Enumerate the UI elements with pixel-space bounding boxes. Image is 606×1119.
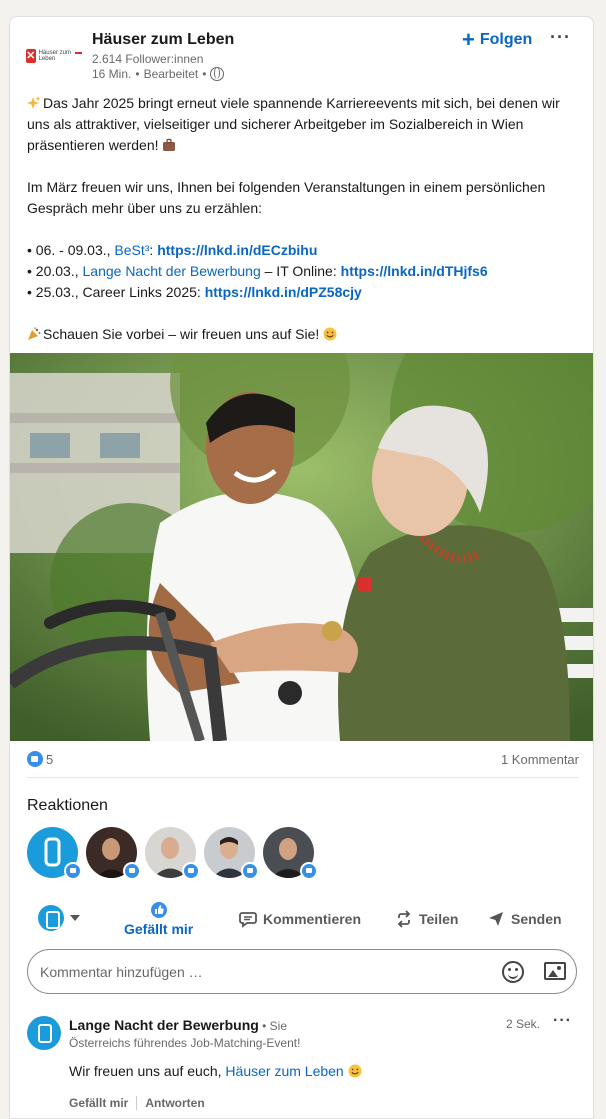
avatar[interactable]	[204, 827, 259, 880]
comment-more-icon[interactable]: ···	[553, 1012, 572, 1030]
action-bar: Gefällt mir Kommentieren Teilen Senden	[27, 895, 579, 943]
event-url-link[interactable]: https://lnkd.in/dTHjfs6	[341, 263, 488, 279]
reactions-title: Reaktionen	[27, 797, 108, 814]
like-badge-icon	[300, 862, 318, 880]
follow-button[interactable]: + Folgen	[462, 27, 532, 53]
share-label: Teilen	[419, 911, 459, 927]
repost-icon	[397, 910, 411, 928]
like-badge-icon	[64, 862, 82, 880]
like-badge-icon	[123, 862, 141, 880]
emoji-icon[interactable]	[502, 961, 524, 983]
briefcase-icon	[163, 138, 176, 151]
send-icon	[489, 912, 503, 926]
comment-time: 2 Sek.	[506, 1017, 541, 1031]
photo-illustration	[10, 353, 593, 741]
sparkles-icon	[27, 96, 41, 109]
comment-count[interactable]: 1 Kommentar	[501, 752, 579, 767]
comment-author-headline: Österreichs führendes Job-Matching-Event…	[69, 1036, 301, 1050]
post-card: ✕ Häuser zum Leben Häuser zum Leben 2.61…	[9, 16, 594, 1119]
avatar[interactable]	[145, 827, 200, 880]
follower-count: 2.614 Follower:innen	[92, 52, 204, 66]
company-name[interactable]: Häuser zum Leben	[92, 31, 234, 49]
event-url-link[interactable]: https://lnkd.in/dECzbihu	[157, 242, 317, 258]
follow-label: Folgen	[479, 31, 533, 48]
more-options-icon[interactable]: ···	[550, 27, 571, 48]
send-button[interactable]: Senden	[487, 895, 562, 943]
event-name-link[interactable]: Lange Nacht der Bewerbung	[83, 263, 261, 279]
send-label: Senden	[511, 911, 562, 927]
plus-icon: +	[462, 27, 475, 52]
meta-separator: •	[135, 67, 140, 81]
caret-down-icon	[70, 915, 80, 921]
closing-line: Schauen Sie vorbei – wir freuen uns auf …	[27, 324, 579, 345]
comment-input[interactable]	[40, 962, 480, 982]
comment-like-button[interactable]: Gefällt mir	[69, 1096, 128, 1110]
thumbs-up-icon	[150, 902, 167, 918]
social-counts: 5 1 Kommentar	[27, 751, 579, 769]
smiling-face-icon	[348, 1064, 362, 1078]
event-url-link[interactable]: https://lnkd.in/dPZ58cjy	[205, 284, 362, 300]
paragraph2: Im März freuen wir uns, Ihnen bei folgen…	[27, 179, 546, 216]
comment-author[interactable]: Lange Nacht der Bewerbung • Sie	[69, 1017, 287, 1033]
company-logo[interactable]: ✕ Häuser zum Leben	[26, 41, 82, 71]
like-badge-icon	[182, 862, 200, 880]
edited-label: Bearbeitet	[143, 67, 199, 81]
avatar[interactable]	[263, 827, 318, 880]
paragraph-intro: Das Jahr 2025 bringt erneut viele spanne…	[27, 93, 579, 156]
image-icon[interactable]	[544, 962, 566, 980]
comment-icon	[239, 912, 257, 928]
post-image[interactable]	[10, 353, 593, 741]
like-reaction-icon	[27, 751, 43, 767]
post-time: 16 Min.	[92, 67, 132, 81]
logo-mark-icon: ✕	[26, 49, 36, 63]
share-button[interactable]: Teilen	[395, 895, 458, 943]
actor-avatar-icon	[38, 905, 64, 931]
post-meta: 16 Min. • Bearbeitet •	[92, 67, 225, 81]
mention-link[interactable]: Häuser zum Leben	[225, 1063, 343, 1079]
event-name-link[interactable]: BeSt³	[114, 242, 149, 258]
divider	[136, 1096, 138, 1110]
paragraph1: Das Jahr 2025 bringt erneut viele spanne…	[27, 95, 560, 153]
globe-icon	[210, 67, 225, 81]
comment-author-avatar[interactable]	[27, 1016, 61, 1050]
comment-label: Kommentieren	[263, 911, 362, 927]
avatar[interactable]	[27, 827, 82, 880]
like-button[interactable]: Gefällt mir	[124, 895, 193, 943]
smiling-face-icon	[323, 327, 337, 341]
reactor-avatars	[27, 827, 318, 880]
like-label: Gefällt mir	[124, 921, 194, 937]
logo-text: Häuser zum Leben	[38, 50, 71, 62]
reaction-picker-button[interactable]	[38, 905, 80, 931]
comment-input-box[interactable]	[27, 949, 577, 994]
comment-reply-button[interactable]: Antworten	[145, 1096, 204, 1110]
comment-button[interactable]: Kommentieren	[239, 895, 361, 943]
post-text: Das Jahr 2025 bringt erneut viele spanne…	[27, 93, 579, 345]
comment-actions: Gefällt mir Antworten	[69, 1096, 205, 1110]
divider	[27, 777, 579, 778]
event-item: • 06. - 09.03., BeSt³: https://lnkd.in/d…	[27, 242, 318, 258]
like-badge-icon	[241, 862, 259, 880]
event-item: • 20.03., Lange Nacht der Bewerbung – IT…	[27, 263, 488, 279]
logo-accent-icon	[75, 52, 82, 54]
comment-text: Wir freuen uns auf euch, Häuser zum Lebe…	[69, 1063, 364, 1079]
meta-separator: •	[202, 67, 207, 81]
party-popper-icon	[28, 327, 41, 340]
event-item: • 25.03., Career Links 2025: https://lnk…	[27, 284, 362, 300]
reaction-count[interactable]: 5	[46, 752, 53, 767]
avatar[interactable]	[86, 827, 141, 880]
